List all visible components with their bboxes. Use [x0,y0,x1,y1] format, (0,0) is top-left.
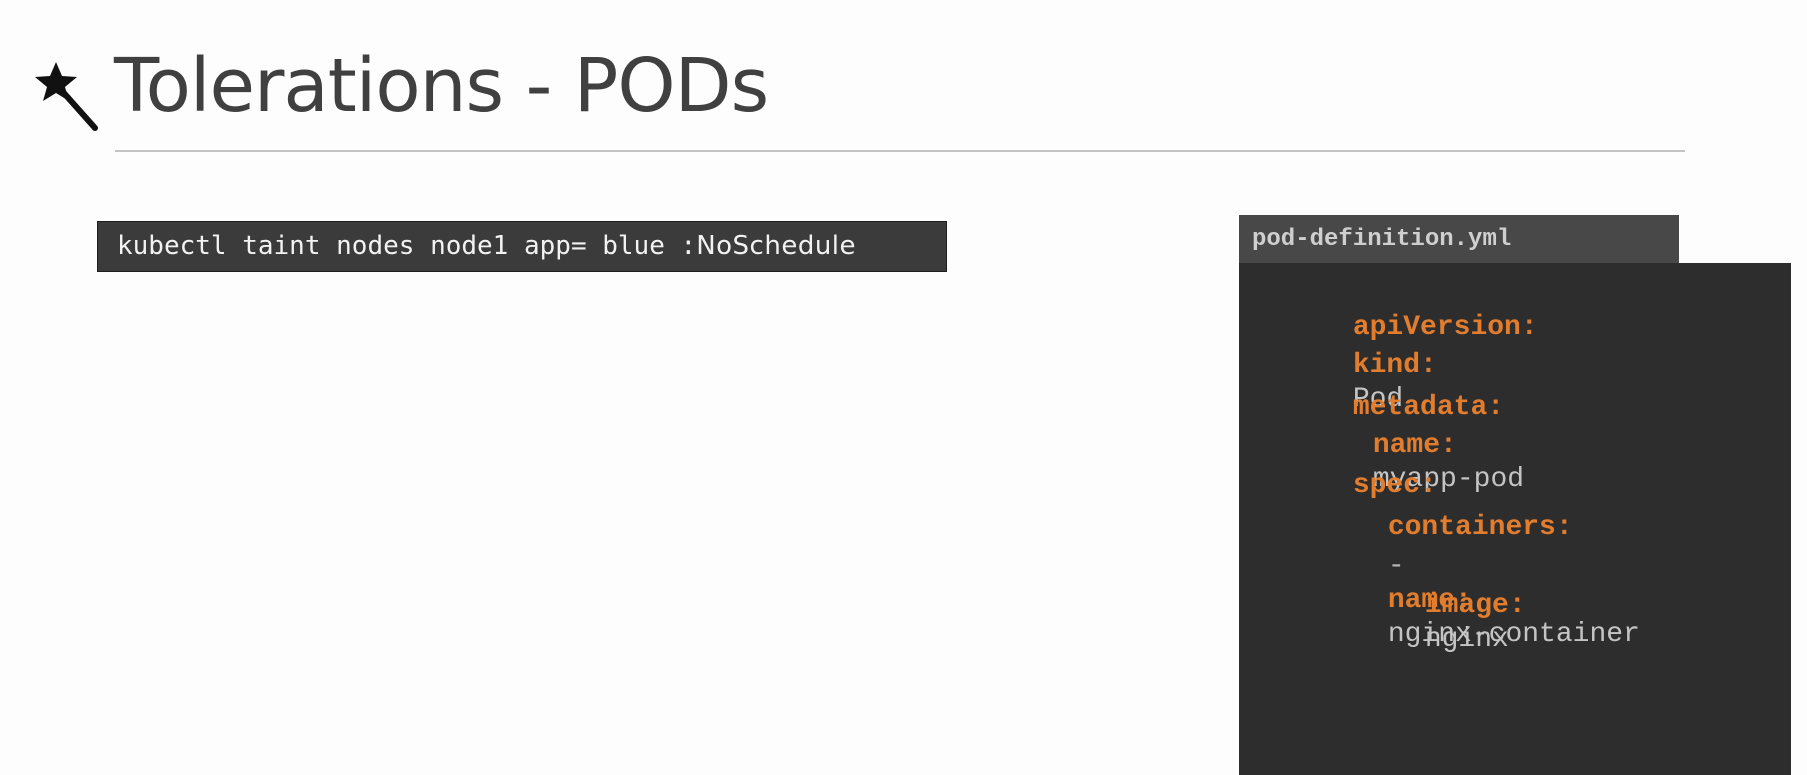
slide-title: Tolerations - PODs [114,43,769,129]
code-panel: apiVersion: kind: Pod metadata: name: my… [1239,263,1791,775]
file-tab: pod-definition.yml [1239,215,1679,264]
taint-effect-text: NoSchedule [696,231,857,261]
taint-command-box: kubectl taint nodes node1 app= blue :NoS… [97,221,947,272]
magic-wand-icon [35,62,98,131]
yaml-value-image: nginx [1424,624,1509,655]
taint-command-text: kubectl taint nodes node1 app= blue : [117,231,697,261]
slide: Tolerations - PODs kubectl taint nodes n… [0,0,1807,775]
title-divider [115,150,1685,152]
code-line-image: image: nginx [1324,555,1526,691]
yaml-key-image: image: [1424,590,1526,621]
